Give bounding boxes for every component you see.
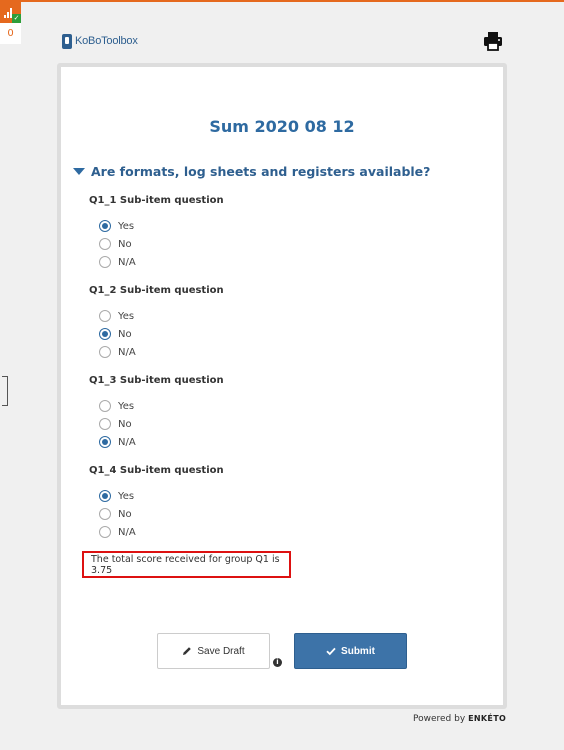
question-label: Q1_4 Sub-item question: [89, 465, 224, 476]
powered-by-text: Powered by: [413, 714, 466, 724]
info-icon[interactable]: i: [273, 658, 282, 667]
option-yes[interactable]: Yes: [99, 397, 469, 415]
question-label: Q1_2 Sub-item question: [89, 285, 224, 296]
option-no[interactable]: No: [99, 415, 469, 433]
radio-button[interactable]: [99, 346, 111, 358]
queue-status-icon: ✓: [0, 2, 21, 23]
radio-button[interactable]: [99, 220, 111, 232]
radio-button[interactable]: [99, 490, 111, 502]
score-note: The total score received for group Q1 is…: [82, 551, 291, 578]
radio-button[interactable]: [99, 526, 111, 538]
print-button[interactable]: [482, 30, 504, 52]
radio-button[interactable]: [99, 328, 111, 340]
group-label: Are formats, log sheets and registers av…: [91, 164, 431, 179]
option-yes[interactable]: Yes: [99, 307, 469, 325]
question-q1-3: Q1_3 Sub-item question Yes No N/A: [89, 375, 469, 451]
option-no[interactable]: No: [99, 325, 469, 343]
logo-text: KoBoToolbox: [75, 35, 138, 47]
save-draft-label: Save Draft: [197, 645, 245, 657]
form-card: Sum 2020 08 12 Are formats, log sheets a…: [57, 63, 507, 709]
queue-count: 0: [7, 28, 14, 39]
question-q1-2: Q1_2 Sub-item question Yes No N/A: [89, 285, 469, 361]
option-na[interactable]: N/A: [99, 343, 469, 361]
question-label: Q1_3 Sub-item question: [89, 375, 224, 386]
caret-down-icon: [73, 168, 85, 175]
offline-queue-badge[interactable]: ✓ 0: [0, 2, 21, 44]
print-icon: [484, 32, 502, 51]
powered-by: Powered by ENKÉTO: [413, 714, 506, 724]
question-q1-4: Q1_4 Sub-item question Yes No N/A: [89, 465, 469, 541]
radio-button[interactable]: [99, 508, 111, 520]
question-label: Q1_1 Sub-item question: [89, 195, 224, 206]
pencil-icon: [183, 647, 192, 655]
form-title: Sum 2020 08 12: [209, 117, 355, 136]
radio-button[interactable]: [99, 418, 111, 430]
question-q1-1: Q1_1 Sub-item question Yes No N/A: [89, 195, 469, 271]
check-icon: [326, 647, 336, 656]
option-na[interactable]: N/A: [99, 433, 469, 451]
save-draft-button[interactable]: Save Draft: [157, 633, 270, 669]
score-note-text: The total score received for group Q1 is…: [91, 553, 280, 576]
top-accent-bar: [0, 0, 564, 2]
group-header[interactable]: Are formats, log sheets and registers av…: [73, 164, 430, 179]
option-na[interactable]: N/A: [99, 253, 469, 271]
radio-button[interactable]: [99, 400, 111, 412]
side-handle[interactable]: [2, 376, 8, 406]
submit-label: Submit: [341, 645, 375, 657]
kobo-logo: KoBoToolbox: [62, 32, 138, 50]
option-no[interactable]: No: [99, 505, 469, 523]
kobo-logo-icon: [62, 33, 72, 49]
enketo-brand: ENKÉTO: [468, 714, 507, 723]
submit-button[interactable]: Submit: [294, 633, 407, 669]
option-na[interactable]: N/A: [99, 523, 469, 541]
radio-button[interactable]: [99, 310, 111, 322]
radio-button[interactable]: [99, 436, 111, 448]
option-no[interactable]: No: [99, 235, 469, 253]
option-yes[interactable]: Yes: [99, 487, 469, 505]
radio-button[interactable]: [99, 238, 111, 250]
radio-button[interactable]: [99, 256, 111, 268]
option-yes[interactable]: Yes: [99, 217, 469, 235]
